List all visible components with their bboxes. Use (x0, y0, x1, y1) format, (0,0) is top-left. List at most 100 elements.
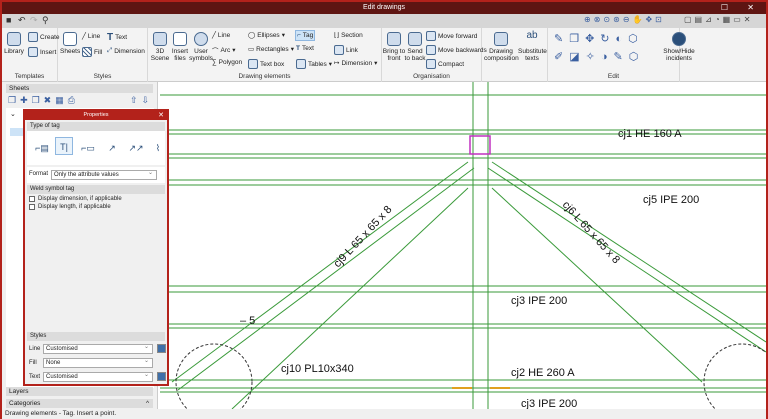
move-forward-button[interactable]: Move forward (426, 31, 477, 41)
dimension-button[interactable]: ↦ Dimension ▾ (334, 59, 377, 68)
group-label: Organisation (413, 73, 450, 80)
text-style-select[interactable]: Customised (43, 371, 153, 382)
title-bar: Edit drawings ☐ ✕ (2, 2, 766, 14)
edit-tools-row2[interactable]: ✐◪✧◑✎⬡ (554, 50, 644, 63)
categories-header[interactable]: Categories ^ (6, 399, 153, 408)
arc-button[interactable]: ⌒ Arc ▾ (212, 45, 236, 56)
save-icon[interactable]: ■ (6, 15, 11, 25)
redo-icon[interactable]: ↷ (30, 15, 38, 26)
tag-type-weld-icon[interactable]: ↗ (103, 139, 121, 157)
properties-dialog: Properties ✕ Type of tag ⌐▤ T| ⌐▭ ↗ ↗↗ ⌇ … (23, 109, 169, 386)
undo-icon[interactable]: ↶ (18, 15, 26, 26)
layers-header[interactable]: Layers (6, 387, 153, 396)
tag-type-flag-icon[interactable]: ⌐▭ (79, 139, 97, 157)
bolt-circles (175, 343, 766, 409)
user-symbols-button[interactable]: User symbols (189, 32, 213, 62)
search-icon[interactable]: ⚲ (42, 15, 49, 26)
group-label: Drawing elements (238, 73, 291, 80)
type-of-tag-header: Type of tag (27, 122, 165, 131)
line-style-select[interactable]: Customised (43, 343, 153, 354)
drawing-svg[interactable]: cj1 HE 160 A cj5 IPE 200 cj9 L 65 x 65 x… (160, 82, 766, 409)
weld-tag-header: Weld symbol tag (27, 185, 165, 194)
format-select[interactable]: Only the attribute values (51, 169, 157, 180)
sheets-header[interactable]: Sheets (6, 84, 153, 93)
text-button[interactable]: T Text (296, 45, 314, 52)
styles-header: Styles (27, 332, 165, 341)
text-label: Text (29, 374, 41, 380)
group-drawing-elements: 3D Scene Insert files User symbols ╱ Line… (148, 28, 382, 82)
section-button[interactable]: ⌊⌋ Section (334, 31, 363, 40)
3d-scene-button[interactable]: 3D Scene (150, 32, 170, 62)
display-dimension-checkbox[interactable]: Display dimension, if applicable (29, 196, 163, 202)
edit-line-style-icon[interactable] (157, 344, 166, 353)
send-to-back-button[interactable]: Send to back (404, 32, 426, 62)
fill-style-select[interactable]: None (43, 357, 153, 368)
member-labels: cj1 HE 160 A cj5 IPE 200 cj9 L 65 x 65 x… (240, 128, 699, 409)
tag-type-weld2-icon[interactable]: ↗↗ (127, 139, 145, 157)
group-templates: Library Create Insert Templates (2, 28, 60, 82)
line-label: Line (29, 346, 41, 352)
insert-files-button[interactable]: Insert files (170, 32, 190, 62)
member-label: cj1 HE 160 A (618, 128, 682, 140)
window-title: Edit drawings (362, 4, 406, 11)
member-label: cj3 IPE 200 (521, 398, 577, 409)
styles-section: Styles Line Customised Fill None Text Cu… (27, 332, 166, 382)
format-row: Format Only the attribute values (27, 167, 165, 183)
compact-button[interactable]: Compact (426, 59, 464, 69)
tag-button[interactable]: ⌐ Tag (295, 30, 316, 41)
group-label: Templates (14, 73, 45, 80)
quick-access-toolbar: ■ ↶ ↷ ⚲ ⊕⊗⊙⊛⊖✋✥⊡ ▢▤⊿◔▦▭✕ (2, 14, 766, 28)
group-label: Edit (607, 73, 620, 80)
group-edit: ✎❐✥↻◐⬡ ✐◪✧◑✎⬡ Edit (548, 28, 680, 82)
sheet-order-arrows[interactable]: ⇧⇩ (130, 95, 153, 106)
link-button[interactable]: Link (334, 45, 358, 55)
drawing-canvas[interactable]: cj1 HE 160 A cj5 IPE 200 cj9 L 65 x 65 x… (160, 82, 766, 409)
drawing-composition-button[interactable]: Drawing composition (484, 32, 519, 62)
polygon-button[interactable]: ∑ Polygon (212, 59, 242, 66)
group-composition: Drawing composition ab Substitute texts (482, 28, 548, 82)
insert-button[interactable]: Insert (28, 47, 56, 57)
ellipses-button[interactable]: ◯ Ellipses ▾ (248, 31, 285, 40)
text-style-button[interactable]: T Text (107, 32, 127, 43)
member-label: cj10 PL10x340 (281, 363, 354, 375)
fill-label: Fill (29, 360, 37, 366)
line-style-button[interactable]: ╱ Line (82, 32, 100, 41)
tag-type-box-icon[interactable]: ⌐▤ (33, 139, 51, 157)
tag-type-options: ⌐▤ T| ⌐▭ ↗ ↗↗ ⌇ (27, 131, 165, 165)
tag-type-text-icon[interactable]: T| (55, 137, 73, 155)
close-button[interactable]: ✕ (747, 2, 754, 14)
substitute-texts-button[interactable]: ab Substitute texts (518, 31, 547, 63)
properties-title-bar: Properties ✕ (25, 111, 167, 120)
bring-to-front-button[interactable]: Bring to front (382, 32, 406, 62)
member-label: – 5 (240, 315, 255, 327)
show-hide-incidents-button[interactable]: Show/Hide incidents (662, 32, 696, 62)
sheets-toolbar[interactable]: ❐✚❐✖▦⎙ (8, 95, 79, 106)
display-tools-icons[interactable]: ▢▤⊿◔▦▭✕ (684, 15, 753, 24)
status-bar: Drawing elements - Tag. Insert a point. (2, 409, 766, 419)
member-label: cj5 IPE 200 (643, 194, 699, 206)
member-label: cj3 IPE 200 (511, 295, 567, 307)
create-button[interactable]: Create (28, 32, 60, 42)
group-label: Styles (93, 73, 112, 80)
edit-tools-row1[interactable]: ✎❐✥↻◐⬡ (554, 32, 644, 45)
group-organisation: Bring to front Send to back Move forward… (382, 28, 487, 82)
display-length-checkbox[interactable]: Display length, if applicable (29, 204, 163, 210)
maximize-button[interactable]: ☐ (721, 2, 728, 14)
view-tools-icons[interactable]: ⊕⊗⊙⊛⊖✋✥⊡ (584, 15, 665, 24)
member-label: cj9 L 65 x 65 x 8 (331, 204, 394, 270)
tag-type-weld3-icon[interactable]: ⌇ (149, 139, 167, 157)
close-icon[interactable]: ✕ (158, 111, 164, 120)
move-backwards-button[interactable]: Move backwards (426, 45, 487, 55)
text-box-button[interactable]: Text box (248, 59, 284, 69)
format-label: Format (29, 171, 49, 177)
tables-button[interactable]: Tables ▾ (296, 59, 332, 69)
rectangles-button[interactable]: ▭ Rectangles ▾ (248, 45, 294, 54)
sheets-button[interactable]: Sheets (60, 32, 80, 55)
edit-text-style-icon[interactable] (157, 372, 166, 381)
library-button[interactable]: Library (4, 32, 24, 55)
line-button[interactable]: ╱ Line (212, 31, 230, 40)
member-label: cj6 L 65 x 65 x 8 (560, 199, 622, 266)
fill-style-button[interactable]: Fill (82, 47, 102, 57)
ribbon: Library Create Insert Templates Sheets ╱… (2, 28, 766, 82)
dimension-style-button[interactable]: ⤢ Dimension (107, 47, 145, 55)
